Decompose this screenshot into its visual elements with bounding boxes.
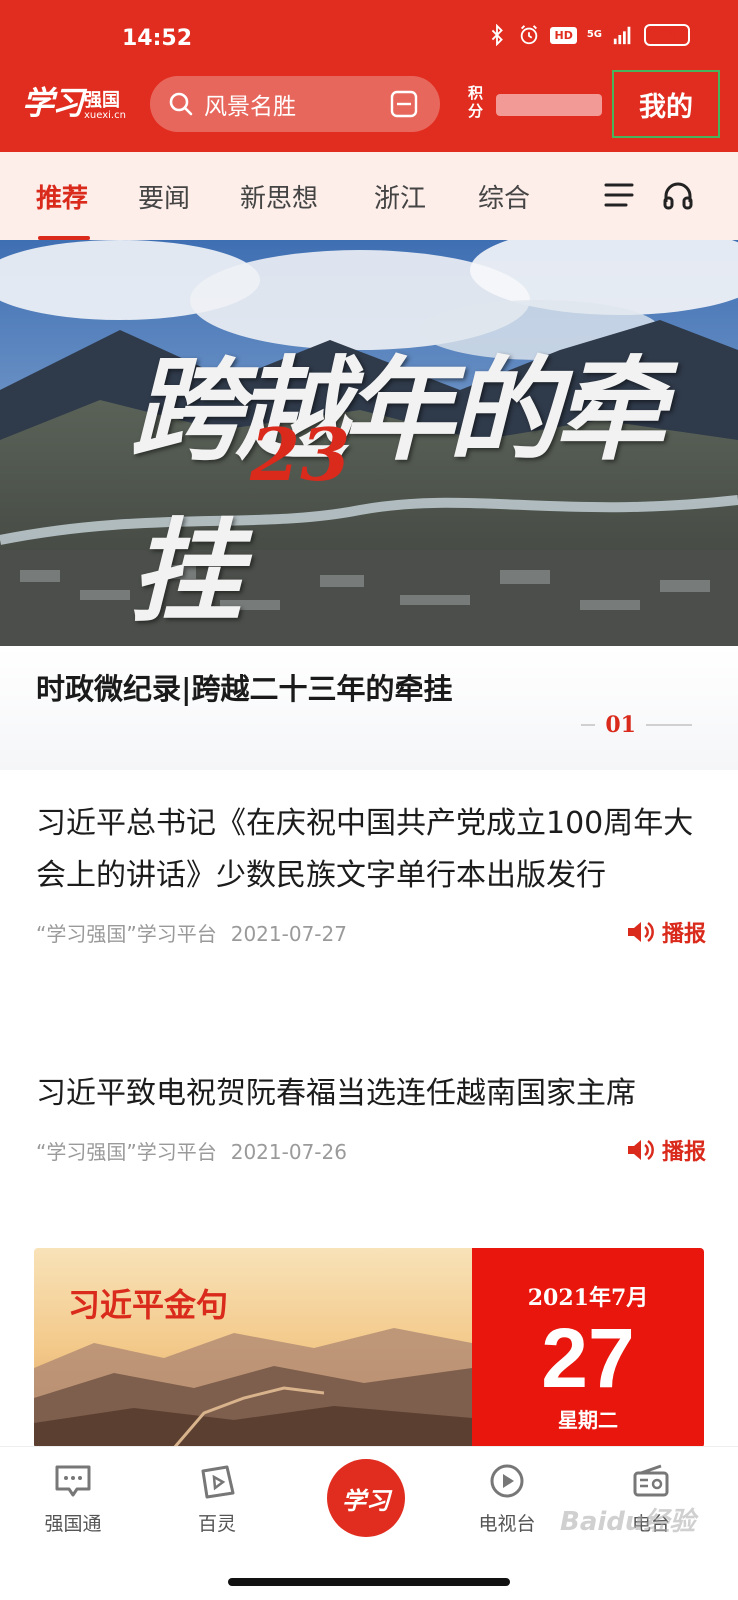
nav-tv-label: 电视台 xyxy=(478,1513,536,1535)
nav-study[interactable]: 学习 xyxy=(327,1459,405,1537)
quote-day: 27 xyxy=(541,1311,635,1405)
chat-icon xyxy=(55,1465,91,1497)
hero-caption-card[interactable]: 时政微纪录|跨越二十三年的牵挂 01 xyxy=(0,646,738,770)
hero-art-text: 跨越年的牵挂 xyxy=(130,345,666,638)
broadcast-button[interactable]: 播报 xyxy=(626,916,706,948)
search-input[interactable]: 风景名胜 xyxy=(204,87,296,121)
news-source-name: “学习强国”学习平台 xyxy=(36,1140,217,1164)
nav-bailing-label: 百灵 xyxy=(197,1513,236,1535)
scan-icon[interactable] xyxy=(390,90,418,118)
quote-card-title: 习近平金句 xyxy=(68,1286,229,1324)
news-source: “学习强国”学习平台 2021-07-26 xyxy=(36,1136,347,1165)
news-title[interactable]: 习近平总书记《在庆祝中国共产党成立100周年大会上的讲话》少数民族文字单行本出版… xyxy=(36,798,706,902)
carousel-pager: 01 xyxy=(581,712,692,738)
radio-icon xyxy=(633,1464,669,1497)
nav-bailing[interactable]: 百灵 xyxy=(162,1463,272,1536)
logo-sub: xuexi.cn xyxy=(84,110,126,121)
channel-tabs: 推荐 要闻 新思想 浙江 综合 xyxy=(0,152,738,240)
points-label: 积分 xyxy=(468,84,484,120)
hd-badge: HD xyxy=(550,26,577,44)
nav-chat[interactable]: 强国通 xyxy=(18,1463,128,1536)
nav-tv[interactable]: 电视台 xyxy=(452,1463,562,1536)
pager-index: 01 xyxy=(605,712,636,738)
status-time: 14:52 xyxy=(122,26,193,51)
tab-headlines[interactable]: 要闻 xyxy=(138,178,190,215)
news-item[interactable]: 习近平总书记《在庆祝中国共产党成立100周年大会上的讲话》少数民族文字单行本出版… xyxy=(36,798,706,950)
menu-icon[interactable] xyxy=(604,182,634,208)
hero-banner[interactable]: 跨越年的牵挂 23 xyxy=(0,240,738,646)
logo-text: 强国 xyxy=(84,90,120,111)
pager-line-left xyxy=(581,724,596,726)
hero-art-title: 跨越年的牵挂 23 xyxy=(130,320,738,644)
search-bar[interactable]: 风景名胜 xyxy=(150,76,440,132)
network-label: 5G xyxy=(586,29,602,40)
news-source: “学习强国”学习平台 2021-07-27 xyxy=(36,918,347,947)
quote-date-panel: 2021年7月 27 星期二 xyxy=(472,1248,704,1448)
my-button[interactable]: 我的 xyxy=(612,70,720,138)
hero-art-number: 23 xyxy=(250,412,351,497)
tab-new-thought[interactable]: 新思想 xyxy=(240,178,318,215)
play-box-icon xyxy=(201,1465,235,1499)
tab-zhejiang[interactable]: 浙江 xyxy=(374,178,426,215)
hero-caption: 时政微纪录|跨越二十三年的牵挂 xyxy=(36,672,453,706)
home-indicator[interactable] xyxy=(228,1578,510,1586)
nav-chat-label: 强国通 xyxy=(44,1513,102,1535)
points-value-blurred xyxy=(496,94,602,116)
play-circle-icon xyxy=(490,1464,524,1498)
broadcast-label: 播报 xyxy=(661,1140,706,1165)
logo-script: 学习 xyxy=(22,84,84,122)
headphone-icon[interactable] xyxy=(662,180,694,210)
speaker-icon xyxy=(627,921,654,943)
golden-quote-card[interactable]: 习近平金句 2021年7月 27 星期二 xyxy=(34,1248,704,1448)
news-meta: “学习强国”学习平台 2021-07-26 播报 xyxy=(36,1134,706,1168)
status-bar: 14:52 HD 5G 94 xyxy=(0,0,738,70)
battery-indicator: 94 xyxy=(644,24,690,46)
battery-level: 94 xyxy=(657,27,677,43)
broadcast-button[interactable]: 播报 xyxy=(626,1134,706,1166)
news-item[interactable]: 习近平致电祝贺阮春福当选连任越南国家主席 “学习强国”学习平台 2021-07-2… xyxy=(36,1068,706,1168)
broadcast-label: 播报 xyxy=(661,922,706,947)
speaker-icon xyxy=(627,1139,654,1161)
quote-weekday: 星期二 xyxy=(558,1408,618,1432)
tab-general[interactable]: 综合 xyxy=(478,178,530,215)
watermark: Baidu经验 xyxy=(560,1507,696,1537)
tab-recommend[interactable]: 推荐 xyxy=(36,178,88,215)
bluetooth-icon xyxy=(492,24,504,46)
pager-line-right xyxy=(646,724,692,726)
app-logo[interactable]: 学习 强国 xuexi.cn xyxy=(22,78,126,128)
app-header: 14:52 HD 5G 94 学习 强国 xuexi.cn 风景名胜 积分 我的 xyxy=(0,0,738,152)
status-icons: HD 5G 94 xyxy=(486,24,690,46)
bottom-navigation: 强国通 百灵 学习 电视台 电台 Baidu经验 xyxy=(0,1446,738,1600)
alarm-icon xyxy=(521,25,538,45)
news-date: 2021-07-27 xyxy=(230,922,347,946)
news-meta: “学习强国”学习平台 2021-07-27 播报 xyxy=(36,916,706,950)
quote-year-month: 2021年7月 xyxy=(527,1285,649,1311)
signal-icon xyxy=(613,26,631,45)
news-title[interactable]: 习近平致电祝贺阮春福当选连任越南国家主席 xyxy=(36,1068,706,1120)
search-icon xyxy=(169,92,193,116)
news-date: 2021-07-26 xyxy=(230,1140,347,1164)
news-source-name: “学习强国”学习平台 xyxy=(36,922,217,946)
great-wall-image xyxy=(34,1248,472,1448)
